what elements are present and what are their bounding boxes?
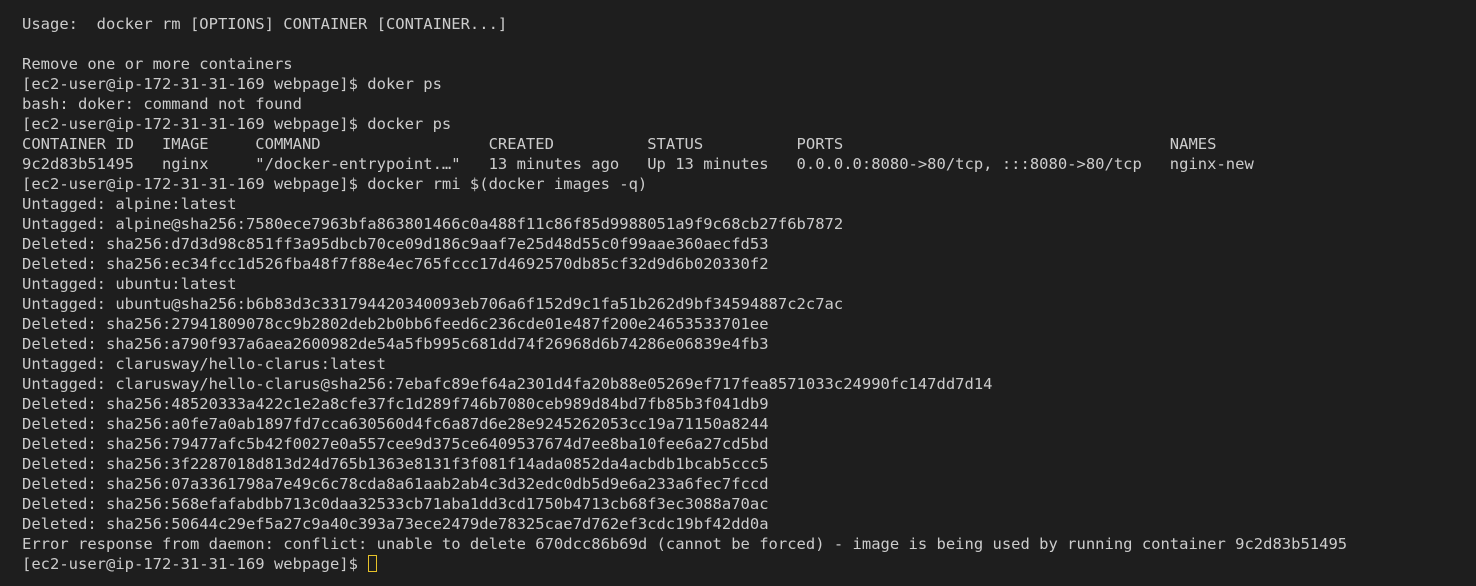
terminal-line: Deleted: sha256:48520333a422c1e2a8cfe37f… bbox=[22, 395, 769, 413]
terminal-cursor[interactable] bbox=[368, 555, 378, 572]
terminal-line: Deleted: sha256:a790f937a6aea2600982de54… bbox=[22, 335, 769, 353]
terminal-line: Deleted: sha256:568efafabdbb713c0daa3253… bbox=[22, 495, 769, 513]
terminal-line: Untagged: clarusway/hello-clarus@sha256:… bbox=[22, 375, 993, 393]
terminal-line: [ec2-user@ip-172-31-31-169 webpage]$ doc… bbox=[22, 115, 452, 133]
terminal-line: Deleted: sha256:79477afc5b42f0027e0a557c… bbox=[22, 435, 769, 453]
terminal-output: Usage: docker rm [OPTIONS] CONTAINER [CO… bbox=[22, 14, 1476, 574]
terminal-line: Deleted: sha256:07a3361798a7e49c6c78cda8… bbox=[22, 475, 769, 493]
terminal-line: Deleted: sha256:27941809078cc9b2802deb2b… bbox=[22, 315, 769, 333]
terminal-input-line[interactable]: [ec2-user@ip-172-31-31-169 webpage]$ bbox=[22, 554, 1476, 574]
terminal-window[interactable]: Usage: docker rm [OPTIONS] CONTAINER [CO… bbox=[0, 0, 1476, 586]
terminal-line: CONTAINER ID IMAGE COMMAND CREATED STATU… bbox=[22, 135, 1217, 153]
terminal-line: Deleted: sha256:50644c29ef5a27c9a40c393a… bbox=[22, 515, 769, 533]
terminal-line: bash: doker: command not found bbox=[22, 95, 302, 113]
terminal-line: 9c2d83b51495 nginx "/docker-entrypoint.…… bbox=[22, 155, 1254, 173]
terminal-line: Deleted: sha256:d7d3d98c851ff3a95dbcb70c… bbox=[22, 235, 769, 253]
terminal-line: Deleted: sha256:3f2287018d813d24d765b136… bbox=[22, 455, 769, 473]
terminal-line: Usage: docker rm [OPTIONS] CONTAINER [CO… bbox=[22, 15, 508, 33]
terminal-line: [ec2-user@ip-172-31-31-169 webpage]$ doc… bbox=[22, 175, 648, 193]
terminal-line: Deleted: sha256:a0fe7a0ab1897fd7cca63056… bbox=[22, 415, 769, 433]
terminal-line: Untagged: ubuntu@sha256:b6b83d3c33179442… bbox=[22, 295, 844, 313]
terminal-prompt: [ec2-user@ip-172-31-31-169 webpage]$ bbox=[22, 555, 368, 573]
terminal-line: Deleted: sha256:ec34fcc1d526fba48f7f88e4… bbox=[22, 255, 769, 273]
terminal-line: Error response from daemon: conflict: un… bbox=[22, 535, 1348, 553]
terminal-line: Untagged: alpine@sha256:7580ece7963bfa86… bbox=[22, 215, 844, 233]
terminal-line: Untagged: ubuntu:latest bbox=[22, 275, 237, 293]
terminal-line: [ec2-user@ip-172-31-31-169 webpage]$ dok… bbox=[22, 75, 442, 93]
terminal-line: Untagged: clarusway/hello-clarus:latest bbox=[22, 355, 386, 373]
terminal-line: Remove one or more containers bbox=[22, 55, 293, 73]
terminal-line: Untagged: alpine:latest bbox=[22, 195, 237, 213]
